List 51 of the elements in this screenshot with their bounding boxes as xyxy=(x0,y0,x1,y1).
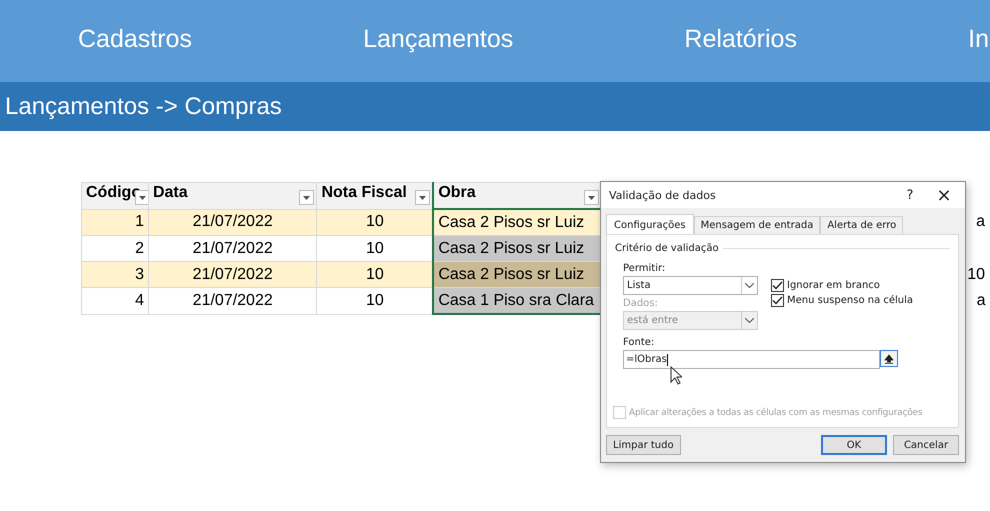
table-cell: 10 xyxy=(967,266,985,282)
page-title: Lançamentos -> Compras xyxy=(5,92,282,120)
upload-icon xyxy=(884,354,894,364)
collapse-button[interactable] xyxy=(880,350,898,367)
tab[interactable]: Alerta de erro xyxy=(820,216,904,234)
source-field[interactable]: =lObras xyxy=(623,350,880,369)
table-cell: 21/07/2022 xyxy=(148,262,317,288)
field-label: Permitir: xyxy=(623,263,666,274)
caret-icon xyxy=(303,196,310,200)
dialog-title: Validação de dados xyxy=(609,188,716,202)
filter-button[interactable] xyxy=(415,190,430,205)
table-cell: 21/07/2022 xyxy=(148,209,317,236)
caret-icon xyxy=(419,196,426,200)
chevron-icon xyxy=(745,283,754,288)
checkbox[interactable] xyxy=(771,294,784,307)
filter-button[interactable] xyxy=(299,190,314,205)
table-cell: 1 xyxy=(82,209,148,236)
cursor-icon xyxy=(670,366,682,385)
table-cell: Casa 2 Pisos sr Luiz xyxy=(433,262,602,288)
caret-icon xyxy=(588,196,596,200)
checkbox-label: Aplicar alterações a todas as células com as mesmas configurações xyxy=(629,408,922,418)
column-header: Obra xyxy=(433,182,602,209)
chevron-icon xyxy=(745,318,754,323)
field-label: Dados: xyxy=(623,298,659,309)
table-cell: Casa 2 Pisos sr Luiz xyxy=(433,209,602,236)
dialog-button[interactable]: OK xyxy=(821,435,887,455)
checkbox-label: Menu suspenso na célula xyxy=(787,295,914,306)
group-label: Critério de validação xyxy=(615,243,719,254)
table-cell: 10 xyxy=(316,262,434,288)
close-button[interactable]: × xyxy=(927,184,961,206)
table-cell: a xyxy=(976,213,985,230)
table-cell: 21/07/2022 xyxy=(148,288,317,314)
allow-dropdown[interactable]: Lista xyxy=(623,276,758,295)
table-cell: Casa 2 Pisos sr Luiz xyxy=(433,236,602,262)
table-cell: 3 xyxy=(82,262,148,288)
table-cell: 10 xyxy=(316,209,434,236)
caret-icon xyxy=(138,196,146,200)
filter-button[interactable] xyxy=(584,190,600,205)
column-header: Nota Fiscal xyxy=(316,182,434,209)
clear-all-button[interactable]: Limpar tudo xyxy=(606,435,681,455)
help-button[interactable]: ? xyxy=(893,186,927,204)
field-label: Fonte: xyxy=(622,337,656,348)
tab[interactable]: Configurações xyxy=(606,214,694,234)
table-cell: a xyxy=(976,292,986,309)
dialog-button[interactable]: Cancelar xyxy=(893,435,959,455)
column-header: Data xyxy=(148,182,317,209)
tab[interactable]: Mensagem de entrada xyxy=(694,216,820,234)
table-cell: Casa 1 Piso sra Clara xyxy=(433,288,602,314)
checkbox-label: Ignorar em branco xyxy=(787,280,880,291)
table-cell: 4 xyxy=(82,288,148,314)
checkbox[interactable] xyxy=(771,279,784,292)
